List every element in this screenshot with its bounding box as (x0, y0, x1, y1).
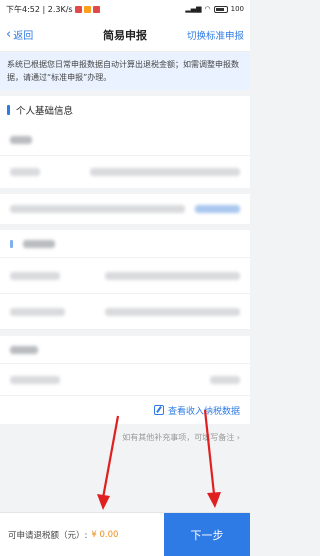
refund-label: 可申请退税额（元）: (8, 530, 88, 541)
next-button[interactable]: 下一步 (164, 513, 250, 556)
redacted-link[interactable] (195, 205, 240, 213)
redacted-label (10, 375, 60, 384)
section-header: 个人基础信息 (0, 96, 250, 124)
view-income-link[interactable]: 查看收入纳税数据 (0, 396, 250, 424)
view-income-label: 查看收入纳税数据 (167, 406, 240, 417)
redacted-value (90, 168, 240, 176)
redacted-label (10, 135, 32, 144)
wifi-icon: ◠ (204, 5, 211, 13)
income-card: 查看收入纳税数据 (0, 336, 250, 424)
notice-banner: 系统已根据您日常申报数据自动计算出退税金额；如需调整申报数据，请通过“标准申报”… (0, 52, 250, 90)
redacted-title (23, 239, 55, 248)
switch-standard-button[interactable]: 切换标准申报 (174, 28, 244, 42)
redacted-notice-row (0, 194, 250, 224)
notification-icon (74, 5, 82, 13)
battery-icon (213, 5, 228, 13)
page-title: 简易申报 (103, 28, 147, 42)
redacted-value (210, 375, 240, 384)
section-title: 个人基础信息 (16, 106, 74, 117)
battery-level: 100 (230, 5, 244, 13)
remark-hint-text: 如有其他补充事项，可填写备注 (122, 433, 235, 442)
info-row-id (0, 156, 250, 188)
chevron-left-icon: ‹ (6, 26, 12, 42)
info-row-name (0, 124, 250, 156)
status-time: 下午4:52 | 2.3K/s (6, 4, 73, 14)
section-accent-bar (7, 105, 10, 115)
footer-bar: 可申请退税额（元）: ¥ 0.00 下一步 (0, 512, 250, 556)
personal-info-card: 个人基础信息 (0, 96, 250, 188)
status-bar: 下午4:52 | 2.3K/s ▂▄▆ ◠ 100 (0, 0, 250, 18)
tax-info-card (0, 230, 250, 330)
back-button[interactable]: ‹ 返回 (6, 26, 76, 43)
redacted-title (10, 345, 38, 354)
redacted-value (105, 307, 240, 316)
notification-icon (83, 5, 91, 13)
status-left: 下午4:52 | 2.3K/s (6, 4, 100, 15)
income-row (0, 364, 250, 396)
refund-summary: 可申请退税额（元）: ¥ 0.00 (0, 513, 164, 556)
refund-amount: ¥ 0.00 (91, 529, 119, 540)
section-accent-bar (10, 239, 13, 248)
tax-row-1 (0, 258, 250, 294)
redacted-notice-card (0, 194, 250, 224)
tax-section-header (0, 230, 250, 258)
chevron-right-icon: › (236, 433, 240, 442)
back-label: 返回 (13, 31, 34, 42)
redacted-label (10, 271, 60, 280)
redacted-value (105, 271, 240, 280)
nav-bar: ‹ 返回 简易申报 切换标准申报 (0, 18, 250, 52)
redacted-label (10, 168, 40, 176)
redacted-label (10, 307, 65, 316)
remark-hint[interactable]: 如有其他补充事项，可填写备注 › (0, 424, 250, 451)
tax-row-2 (0, 294, 250, 330)
edit-icon (153, 405, 164, 415)
income-header (0, 336, 250, 364)
notification-icon (92, 5, 100, 13)
redacted-text (10, 205, 185, 213)
status-right: ▂▄▆ ◠ 100 (185, 5, 244, 13)
signal-icon: ▂▄▆ (185, 5, 202, 13)
